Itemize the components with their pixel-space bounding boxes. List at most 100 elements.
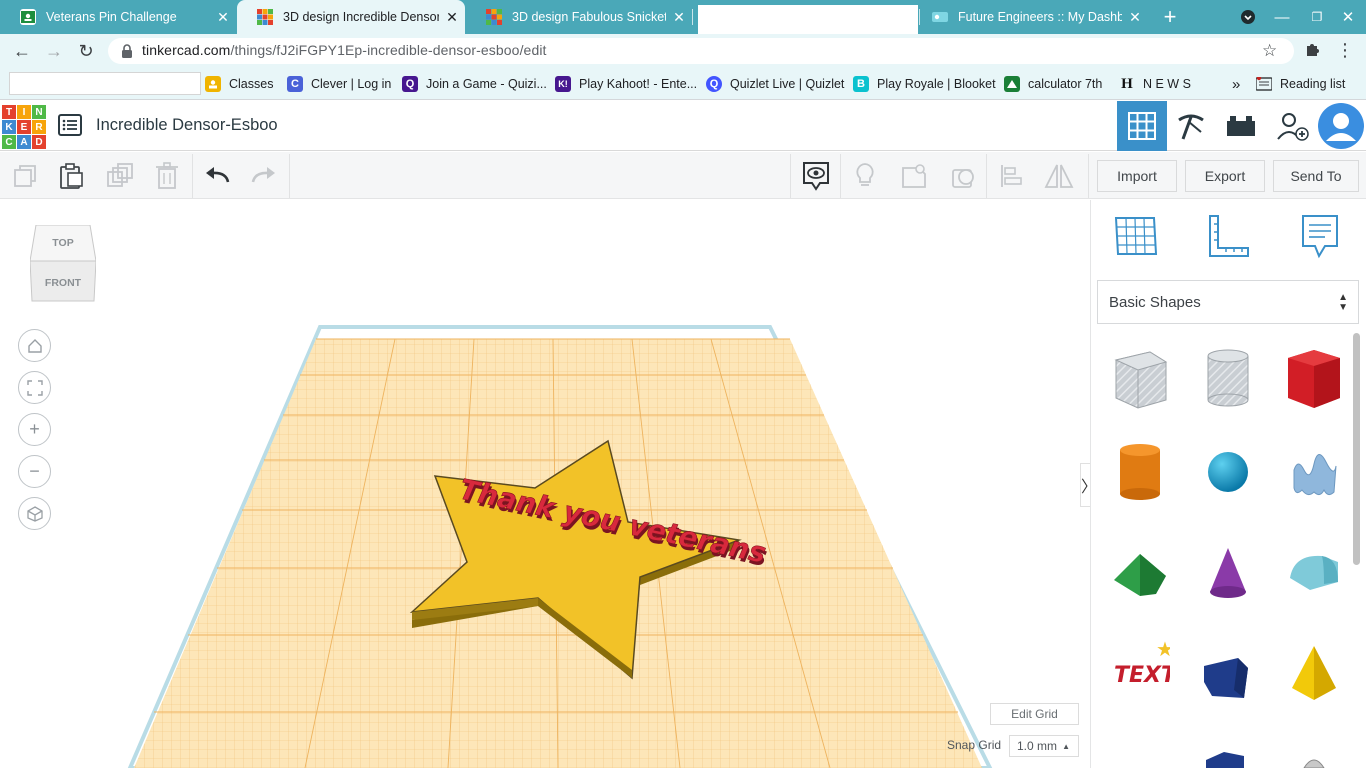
shape-scribble[interactable]	[1284, 440, 1344, 506]
bookmark-kahoot[interactable]: K! Play Kahoot! - Ente...	[555, 68, 697, 100]
classroom-icon	[205, 76, 221, 92]
close-window-icon[interactable]: ✕	[1336, 0, 1360, 34]
ruler-icon[interactable]	[1204, 212, 1252, 260]
undo-icon	[206, 167, 230, 183]
tab-veterans-pin-challenge[interactable]: Veterans Pin Challenge ✕	[0, 0, 236, 34]
bookmark-star-icon[interactable]: ☆	[1262, 41, 1277, 61]
send-to-button[interactable]: Send To	[1273, 160, 1359, 192]
duplicate-button[interactable]	[103, 160, 137, 192]
shape-sphere[interactable]	[1198, 440, 1258, 506]
reading-list[interactable]: Reading list	[1256, 68, 1345, 100]
fit-view-button[interactable]	[18, 371, 51, 404]
ungroup-icon	[952, 169, 974, 188]
design-list-icon[interactable]	[58, 114, 82, 136]
minecraft-pickaxe-button[interactable]	[1166, 101, 1216, 151]
paste-button[interactable]	[54, 160, 88, 192]
panel-scrollbar-thumb[interactable]	[1353, 333, 1360, 565]
blank-tab-placeholder	[698, 5, 918, 34]
minimize-icon[interactable]: —	[1270, 0, 1294, 34]
hint-button[interactable]	[848, 160, 882, 192]
extensions-puzzle-icon[interactable]	[1304, 41, 1320, 62]
shape-box[interactable]	[1284, 346, 1344, 412]
lego-bricks-button[interactable]	[1216, 101, 1266, 151]
delete-button[interactable]	[150, 160, 184, 192]
design-title[interactable]: Incredible Densor-Esboo	[96, 116, 278, 135]
shape-cone[interactable]	[1198, 540, 1258, 606]
close-tab-icon[interactable]: ✕	[666, 9, 692, 26]
shape-partial[interactable]	[1284, 752, 1344, 768]
align-button[interactable]	[995, 160, 1029, 192]
import-button[interactable]: Import	[1097, 160, 1177, 192]
forward-icon[interactable]: →	[40, 38, 68, 64]
close-tab-icon[interactable]: ✕	[439, 9, 465, 26]
export-button[interactable]: Export	[1185, 160, 1265, 192]
bookmark-label: calculator 7th	[1028, 77, 1103, 91]
view-cube[interactable]: TOP FRONT	[30, 225, 96, 303]
bookmark-classes[interactable]: Classes	[205, 68, 273, 100]
notes-icon[interactable]	[1295, 212, 1343, 260]
bookmark-quizlet[interactable]: Q Quizlet Live | Quizlet	[706, 68, 844, 100]
bookmark-label: Play Kahoot! - Ente...	[579, 77, 698, 91]
shape-cylinder[interactable]	[1110, 440, 1170, 506]
align-icon	[1001, 165, 1022, 187]
close-tab-icon[interactable]: ✕	[1122, 9, 1148, 26]
notes-toggle-button[interactable]	[799, 160, 833, 192]
lock-icon	[122, 44, 132, 58]
calculator-icon	[1004, 76, 1020, 92]
user-avatar[interactable]	[1316, 101, 1366, 151]
quizlet-icon: Q	[706, 76, 722, 92]
tab-future-engineers[interactable]: Future Engineers :: My Dashboard ✕	[920, 0, 1148, 34]
home-view-button[interactable]	[18, 329, 51, 362]
tab-title: 3D design Incredible Densor-Esboo | Tink…	[283, 10, 439, 24]
shape-roof[interactable]	[1110, 540, 1170, 606]
zoom-out-button[interactable]: −	[18, 455, 51, 488]
add-user-icon	[1277, 113, 1309, 141]
bookmark-search-field[interactable]	[9, 72, 201, 95]
workplane-icon[interactable]	[1112, 212, 1160, 260]
group-icon	[902, 164, 926, 188]
address-text[interactable]: tinkercad.com/things/fJ2iFGPY1Ep-incredi…	[142, 42, 547, 58]
shape-round-roof[interactable]	[1284, 540, 1344, 606]
shape-pyramid[interactable]	[1284, 640, 1344, 706]
grid-icon	[1128, 112, 1156, 140]
more-bookmarks-chevron[interactable]: »	[1232, 68, 1240, 100]
zoom-in-button[interactable]: +	[18, 413, 51, 446]
shape-library-select[interactable]: Basic Shapes ▲ ▼	[1097, 280, 1359, 324]
shape-polygon[interactable]	[1198, 640, 1258, 706]
mirror-button[interactable]	[1042, 160, 1076, 192]
redo-icon	[251, 167, 275, 183]
restore-icon[interactable]: ❐	[1305, 0, 1329, 34]
edit-grid-button[interactable]: Edit Grid	[990, 703, 1079, 725]
3d-view-grid-button[interactable]	[1117, 101, 1167, 151]
tab-search-icon[interactable]	[1236, 0, 1260, 34]
reload-icon[interactable]: ↻	[72, 38, 100, 64]
group-button[interactable]	[897, 160, 931, 192]
bookmark-news[interactable]: HN E W S	[1119, 68, 1191, 100]
bookmark-quizizz[interactable]: Q Join a Game - Quizi...	[402, 68, 547, 100]
redo-button[interactable]	[247, 160, 281, 192]
undo-button[interactable]	[200, 160, 234, 192]
shape-cylinder-hole[interactable]	[1198, 346, 1258, 412]
shape-box-hole[interactable]	[1110, 346, 1170, 412]
shape-text[interactable]: TEXT ★	[1110, 638, 1170, 704]
workplane-canvas[interactable]: Thank you veterans Thank you veterans	[0, 200, 1090, 768]
bookmark-clever[interactable]: C Clever | Log in	[287, 68, 391, 100]
close-tab-icon[interactable]: ✕	[210, 9, 236, 26]
bookmark-calculator[interactable]: calculator 7th	[1004, 68, 1102, 100]
copy-button[interactable]	[8, 160, 42, 192]
tab-fabulous-snicket[interactable]: 3D design Fabulous Snicket | Tinkercad ✕	[466, 0, 692, 34]
workplane-viewport[interactable]: Thank you veterans Thank you veterans	[0, 200, 1090, 768]
back-icon[interactable]: ←	[8, 38, 36, 64]
tab-incredible-densor[interactable]: 3D design Incredible Densor-Esboo | Tink…	[237, 0, 465, 34]
bookmark-blooket[interactable]: B Play Royale | Blooket	[853, 68, 996, 100]
add-user-button[interactable]	[1267, 101, 1317, 151]
browser-menu-icon[interactable]: ⋮	[1336, 40, 1354, 61]
perspective-button[interactable]	[18, 497, 51, 530]
new-tab-plus-icon[interactable]: +	[1156, 0, 1184, 34]
snap-grid-select[interactable]: 1.0 mm ▲	[1009, 735, 1079, 757]
copy-icon	[14, 165, 36, 187]
tinkercad-logo[interactable]: T I N K E R C A D	[2, 105, 46, 149]
logo-letter: N	[32, 105, 46, 119]
shape-partial[interactable]	[1198, 748, 1258, 768]
ungroup-button[interactable]	[946, 160, 980, 192]
